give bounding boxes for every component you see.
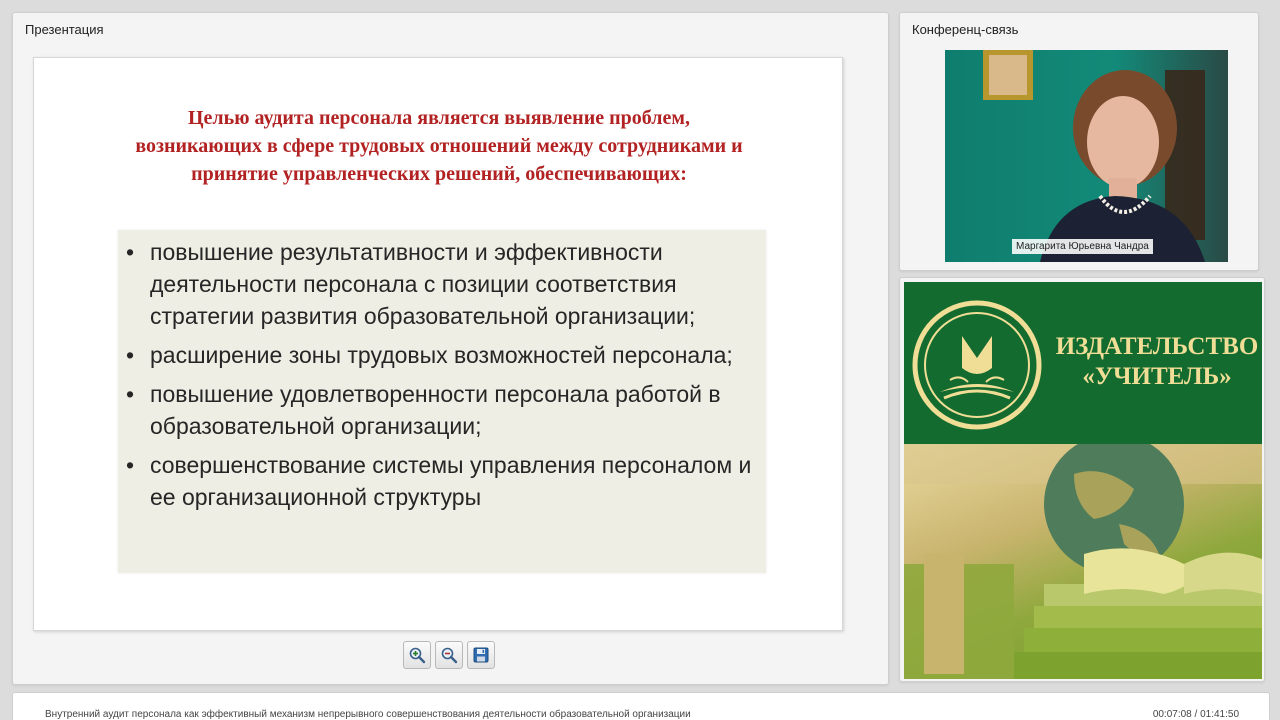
speaker-video-frame — [983, 50, 1205, 262]
conference-panel: Конференц-связь Маргарита Юрьевна Чандра — [899, 12, 1259, 271]
publisher-logo-icon — [912, 300, 1042, 430]
presentation-panel-title: Презентация — [25, 22, 104, 37]
publisher-title-line1: ИЗДАТЕЛЬСТВО — [1055, 333, 1259, 360]
slide-heading: Целью аудита персонала является выявлени… — [135, 107, 743, 185]
publisher-title-line2: «УЧИТЕЛЬ» — [1082, 363, 1232, 390]
publisher-promo-panel: ИЗДАТЕЛЬСТВО «УЧИТЕЛЬ» — [899, 277, 1265, 682]
slide-bullet-box: • повышение результативности и эффективн… — [118, 230, 766, 573]
publisher-banner: ИЗДАТЕЛЬСТВО «УЧИТЕЛЬ» — [904, 282, 1262, 444]
zoom-out-icon — [441, 647, 458, 664]
books-globe-illustration — [904, 444, 1262, 679]
floppy-disk-icon — [473, 647, 489, 663]
zoom-in-button[interactable] — [403, 641, 431, 669]
zoom-in-icon — [409, 647, 426, 664]
slide-bullet-item: • повышение удовлетворенности персонала … — [126, 378, 758, 442]
bullet-mark: • — [126, 452, 135, 478]
zoom-out-button[interactable] — [435, 641, 463, 669]
slide-bullet-item: • совершенствование системы управления п… — [126, 449, 758, 513]
presentation-panel: Презентация Целью аудита персонала являе… — [12, 12, 889, 685]
playback-timer: 00:07:08 / 01:41:50 — [1152, 709, 1239, 720]
bullet-mark: • — [126, 239, 135, 265]
publisher-title: ИЗДАТЕЛЬСТВО «УЧИТЕЛЬ» — [1052, 332, 1262, 392]
slide-bullet-text: повышение удовлетворенности персонала ра… — [150, 381, 721, 439]
slide-bullet-item: • расширение зоны трудовых возможностей … — [126, 339, 758, 371]
presentation-slide: Целью аудита персонала является выявлени… — [33, 57, 843, 631]
save-button[interactable] — [467, 641, 495, 669]
webcam-video[interactable]: Маргарита Юрьевна Чандра — [945, 50, 1228, 262]
conference-panel-title: Конференц-связь — [912, 22, 1019, 37]
slide-bullet-item: • повышение результативности и эффективн… — [126, 236, 758, 332]
slide-bullet-text: повышение результативности и эффективнос… — [150, 239, 696, 329]
slide-bullet-list: • повышение результативности и эффективн… — [118, 230, 766, 513]
books-globe-image — [904, 444, 1262, 679]
bullet-mark: • — [126, 342, 135, 368]
bottom-info-bar: Внутренний аудит персонала как эффективн… — [12, 692, 1270, 720]
bullet-mark: • — [126, 381, 135, 407]
participant-name-label: Маргарита Юрьевна Чандра — [1012, 239, 1153, 254]
slide-bullet-text: совершенствование системы управления пер… — [150, 452, 752, 510]
slide-toolbar — [403, 641, 495, 671]
lecture-title: Внутренний аудит персонала как эффективн… — [45, 709, 691, 720]
slide-bullet-text: расширение зоны трудовых возможностей пе… — [150, 342, 733, 368]
